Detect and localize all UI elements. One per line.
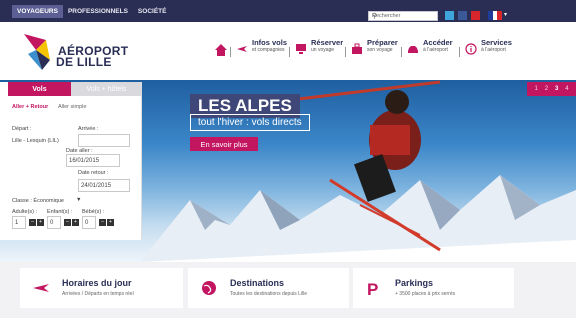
home-icon[interactable]	[215, 44, 227, 56]
date-aller-input[interactable]: 16/01/2015	[66, 154, 120, 167]
nav-reserver-sub: un voyage	[311, 47, 335, 53]
language-caret-icon[interactable]: ▾	[504, 11, 507, 18]
card-horaires[interactable]: Horaires du jour Arrivées / Départs en t…	[20, 268, 183, 308]
twitter-icon[interactable]	[445, 11, 454, 20]
booking-widget: Vols Vols + hôtels Aller + Retour Aller …	[0, 82, 142, 240]
nav-infos-vols-title: Infos vols	[252, 38, 288, 47]
logo-line2[interactable]: DE LILLE	[56, 55, 112, 69]
search-input[interactable]: Rechercher ⚲	[368, 11, 438, 21]
adultes-label: Adulte(s) :	[12, 209, 38, 215]
date-retour-label: Date retour :	[78, 170, 109, 176]
header: AÉROPORT DE LILLE Infos vols et compagni…	[0, 22, 576, 80]
nav-reserver[interactable]: Réserver un voyage	[295, 38, 343, 55]
nav-infos-vols[interactable]: Infos vols et compagnies	[236, 38, 287, 55]
tab-vols-hotels[interactable]: Vols + hôtels	[71, 82, 142, 96]
card-destinations-sub: Toutes les destinations depuis Lille	[230, 291, 307, 297]
minus-icon[interactable]: –	[64, 219, 71, 226]
bebes-stepper[interactable]: 0	[82, 216, 96, 229]
hero-cta-button[interactable]: En savoir plus	[190, 137, 258, 151]
hero-subtitle: tout l'hiver : vols directs	[190, 114, 310, 131]
plus-icon[interactable]: +	[37, 219, 44, 226]
airport-logo-icon[interactable]	[24, 30, 54, 72]
card-parkings-sub: + 3500 places à prix serrés	[395, 291, 456, 297]
car-icon	[408, 46, 418, 53]
nav-services[interactable]: Services à l'aéroport	[465, 38, 512, 55]
pager-dot[interactable]: 4	[565, 86, 568, 92]
bebes-label: Bébé(s) :	[82, 209, 105, 215]
nav-services-sub: à l'aéroport	[481, 47, 506, 53]
classe-select[interactable]: Classe : Économique	[12, 198, 64, 204]
plane-icon	[33, 284, 49, 292]
nav-acceder-sub: à l'aéroport	[423, 47, 448, 53]
top-nav-professionnels[interactable]: PROFESSIONNELS	[63, 5, 133, 18]
nav-acceder-title: Accéder	[423, 38, 453, 47]
slider-pager: 1 2 3 4	[527, 82, 576, 96]
monitor-icon	[296, 44, 306, 54]
quick-links: Horaires du jour Arrivées / Départs en t…	[0, 262, 576, 318]
card-horaires-sub: Arrivées / Départs en temps réel	[62, 291, 134, 297]
divider	[289, 47, 290, 57]
divider	[459, 47, 460, 57]
tab-vols[interactable]: Vols	[8, 82, 71, 96]
top-bar: VOYAGEURS PROFESSIONNELS SOCIÉTÉ Recherc…	[0, 0, 576, 22]
depart-value[interactable]: Lille - Lesquin (LIL)	[12, 138, 59, 144]
nav-preparer-title: Préparer	[367, 38, 398, 47]
minus-icon[interactable]: –	[99, 219, 106, 226]
enfants-stepper[interactable]: 0	[47, 216, 61, 229]
card-parkings[interactable]: P Parkings + 3500 places à prix serrés	[353, 268, 514, 308]
nav-acceder[interactable]: Accéder à l'aéroport	[407, 38, 453, 55]
pager-dot[interactable]: 1	[534, 86, 537, 92]
svg-text:P: P	[367, 280, 378, 296]
date-retour-input[interactable]: 24/01/2015	[78, 179, 130, 192]
card-parkings-title: Parkings	[395, 278, 434, 288]
parking-icon: P	[367, 280, 378, 296]
arrivee-label: Arrivée :	[78, 126, 99, 132]
card-horaires-title: Horaires du jour	[62, 278, 132, 288]
plane-icon	[237, 46, 247, 52]
nav-infos-vols-sub: et compagnies	[252, 47, 285, 53]
classe-caret-icon[interactable]: ▼	[76, 197, 81, 203]
suitcase-icon	[352, 43, 362, 54]
nav-reserver-title: Réserver	[311, 38, 344, 47]
youtube-icon[interactable]	[471, 11, 480, 20]
card-destinations[interactable]: Destinations Toutes les destinations dep…	[188, 268, 349, 308]
plus-icon[interactable]: +	[72, 219, 79, 226]
top-nav: VOYAGEURS PROFESSIONNELS SOCIÉTÉ	[12, 5, 171, 18]
search-icon[interactable]: ⚲	[372, 12, 435, 20]
card-destinations-title: Destinations	[230, 278, 285, 288]
nav-preparer-sub: son voyage	[367, 47, 393, 53]
plus-icon[interactable]: +	[107, 219, 114, 226]
enfants-label: Enfant(s) :	[47, 209, 73, 215]
minus-icon[interactable]: –	[29, 219, 36, 226]
pager-dot[interactable]: 2	[545, 86, 548, 92]
divider	[345, 47, 346, 57]
trip-type-return[interactable]: Aller + Retour	[12, 104, 48, 110]
nav-services-title: Services	[481, 38, 512, 47]
arrivee-input[interactable]	[78, 134, 130, 147]
top-nav-societe[interactable]: SOCIÉTÉ	[133, 5, 172, 18]
french-flag-icon[interactable]	[488, 11, 503, 20]
info-icon	[465, 43, 477, 55]
adultes-stepper[interactable]: 1	[12, 216, 26, 229]
trip-type-oneway[interactable]: Aller simple	[58, 104, 86, 110]
divider	[230, 47, 231, 57]
divider	[401, 47, 402, 57]
top-nav-voyageurs[interactable]: VOYAGEURS	[12, 5, 63, 18]
globe-icon	[202, 281, 216, 295]
pager-dot-current[interactable]: 3	[555, 86, 558, 92]
facebook-icon[interactable]	[458, 11, 467, 20]
depart-label: Départ :	[12, 126, 32, 132]
nav-preparer[interactable]: Préparer son voyage	[351, 38, 398, 55]
